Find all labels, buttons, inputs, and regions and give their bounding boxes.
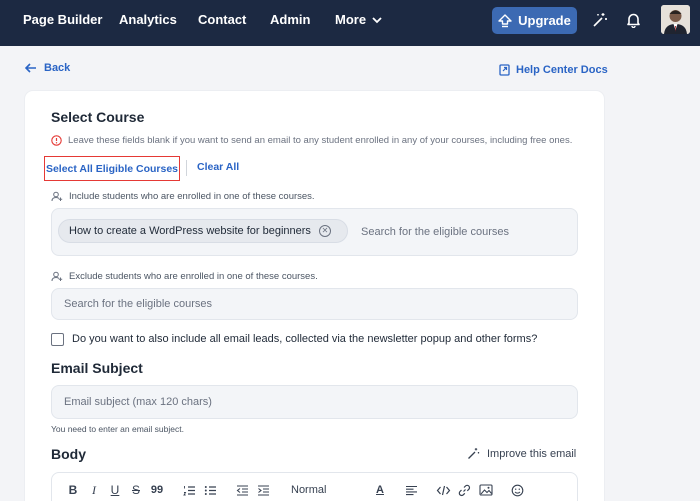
nav-more-label: More [335,12,367,27]
underline-button[interactable]: U [110,482,120,498]
nav-more-menu[interactable]: More [335,0,382,40]
chevron-down-icon [372,17,382,24]
upgrade-button[interactable]: Upgrade [492,7,577,34]
help-center-label: Help Center Docs [516,64,608,76]
magic-wand-icon[interactable] [590,10,610,30]
course-info-note: Leave these fields blank if you want to … [51,135,572,146]
include-leads-label[interactable]: Do you want to also include all email le… [72,333,537,345]
top-navigation: Page Builder Analytics Contact Admin Mor… [0,0,700,46]
indent-icon[interactable] [257,482,270,498]
exclude-hint: Exclude students who are enrolled in one… [51,271,318,282]
user-plus-icon [51,191,63,202]
alert-circle-icon [51,135,62,146]
bold-button[interactable]: B [68,482,78,498]
bell-icon[interactable] [623,10,643,30]
improve-email-label: Improve this email [487,447,577,460]
avatar[interactable] [661,5,690,34]
improve-email-button[interactable]: Improve this email [467,447,576,460]
help-center-link[interactable]: Help Center Docs [499,64,608,76]
include-search-placeholder[interactable]: Search for the eligible courses [361,226,509,238]
document-external-icon [499,64,510,76]
blockquote-button[interactable]: 99 [150,482,164,498]
text-format-select[interactable]: Normal [291,482,331,498]
ordered-list-icon[interactable] [183,482,196,498]
align-icon[interactable] [405,482,418,498]
arrow-left-icon [25,63,36,73]
back-link[interactable]: Back [25,62,70,74]
code-icon[interactable] [436,482,451,498]
divider [186,160,187,176]
select-course-title: Select Course [51,109,145,125]
outdent-icon[interactable] [236,482,249,498]
nav-contact[interactable]: Contact [198,0,246,40]
upgrade-icon [498,13,512,27]
body-title: Body [51,446,86,462]
back-label: Back [44,62,71,74]
exclude-search-placeholder[interactable]: Search for the eligible courses [64,298,212,310]
email-subject-title: Email Subject [51,360,143,376]
select-all-courses-button[interactable]: Select All Eligible Courses [44,156,180,181]
user-minus-icon [51,271,63,282]
include-hint-text: Include students who are enrolled in one… [69,191,315,202]
strikethrough-button[interactable]: S [131,482,141,498]
image-icon[interactable] [479,482,493,498]
selected-course-label: How to create a WordPress website for be… [69,225,311,237]
italic-button[interactable]: I [89,482,99,498]
email-subject-error: You need to enter an email subject. [51,424,184,434]
upgrade-label: Upgrade [518,13,571,28]
nav-analytics[interactable]: Analytics [119,0,177,40]
email-subject-placeholder[interactable]: Email subject (max 120 chars) [64,396,212,408]
include-hint: Include students who are enrolled in one… [51,191,315,202]
clear-all-button[interactable]: Clear All [197,161,239,173]
include-leads-checkbox[interactable] [51,333,64,346]
nav-admin[interactable]: Admin [270,0,310,40]
bullet-list-icon[interactable] [204,482,217,498]
exclude-hint-text: Exclude students who are enrolled in one… [69,271,318,282]
course-info-text: Leave these fields blank if you want to … [68,135,573,146]
remove-chip-icon[interactable]: ✕ [318,225,331,237]
link-icon[interactable] [458,482,471,498]
magic-wand-icon [468,448,480,459]
emoji-icon[interactable] [511,482,524,498]
nav-page-builder[interactable]: Page Builder [23,0,102,40]
selected-course-chip[interactable]: How to create a WordPress website for be… [58,219,348,243]
text-color-button[interactable]: A [374,482,386,498]
